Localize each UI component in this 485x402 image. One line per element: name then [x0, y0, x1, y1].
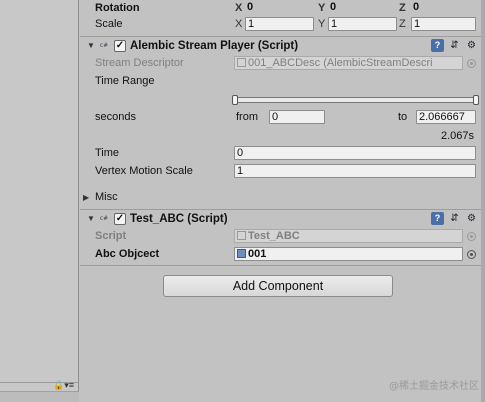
- rotation-x-field[interactable]: 0: [245, 1, 314, 15]
- scale-label: Scale: [95, 18, 123, 30]
- scale-z-field[interactable]: 1: [411, 17, 476, 31]
- object-picker-icon[interactable]: [467, 59, 476, 68]
- triangle-right-icon[interactable]: ▶: [83, 193, 89, 202]
- alembic-enabled-checkbox[interactable]: ✓: [114, 39, 126, 52]
- script-value: Test_ABC: [248, 230, 300, 242]
- cube-icon: [237, 249, 246, 258]
- lock-icon[interactable]: 🔒▾≡: [53, 381, 74, 390]
- to-field[interactable]: 2.066667: [416, 110, 476, 124]
- stream-descriptor-value: 001_ABCDesc (AlembicStreamDescri: [248, 57, 433, 69]
- asset-icon: [237, 58, 246, 67]
- watermark-text: @稀土掘金技术社区: [389, 381, 479, 392]
- script-row: Script Test_ABC: [80, 228, 479, 244]
- script-asset-icon: [237, 231, 246, 240]
- scale-x-axis: X: [235, 18, 243, 30]
- scale-y-axis: Y: [318, 18, 326, 30]
- time-range-max-handle[interactable]: [473, 95, 479, 105]
- script-icon: c#: [99, 214, 109, 222]
- misc-foldout[interactable]: ▶ Misc: [80, 189, 479, 205]
- stream-descriptor-field: 001_ABCDesc (AlembicStreamDescri: [234, 56, 463, 70]
- component-separator: [80, 265, 481, 266]
- seconds-row: seconds from 0 to 2.066667: [80, 109, 479, 125]
- rotation-row: Rotation X 0 Y 0 Z 0: [80, 0, 479, 16]
- seconds-label: seconds: [95, 111, 136, 123]
- scale-x-field[interactable]: 1: [245, 17, 314, 31]
- misc-label: Misc: [95, 191, 118, 203]
- duration-text: 2.067s: [441, 130, 475, 142]
- time-range-slider[interactable]: [236, 97, 476, 103]
- time-row: Time 0: [80, 145, 479, 161]
- add-component-button[interactable]: Add Component: [163, 275, 393, 297]
- time-range-min-handle[interactable]: [232, 95, 238, 105]
- gear-icon[interactable]: ⚙: [465, 212, 478, 225]
- object-picker-icon[interactable]: [467, 232, 476, 241]
- abc-object-label: Abc Objcect: [95, 248, 160, 260]
- rotation-z-axis: Z: [399, 2, 406, 14]
- stream-descriptor-row: Stream Descriptor 001_ABCDesc (AlembicSt…: [80, 55, 479, 71]
- rotation-y-axis: Y: [318, 2, 326, 14]
- abc-object-field[interactable]: 001: [234, 247, 463, 261]
- inspector-scrollbar[interactable]: [481, 0, 485, 402]
- scale-y-field[interactable]: 1: [328, 17, 397, 31]
- test-abc-enabled-checkbox[interactable]: ✓: [114, 212, 126, 225]
- help-icon[interactable]: ?: [431, 39, 444, 52]
- presets-icon[interactable]: ⇵: [448, 39, 461, 52]
- script-label: Script: [95, 230, 127, 242]
- alembic-component-title: Alembic Stream Player (Script): [130, 39, 299, 52]
- duration-row: 2.067s: [80, 128, 479, 144]
- test-abc-component-title: Test_ABC (Script): [130, 212, 228, 225]
- object-picker-icon[interactable]: [467, 250, 476, 259]
- triangle-down-icon[interactable]: ▼: [87, 41, 95, 50]
- test-abc-component-header[interactable]: ▼ c# ✓ Test_ABC (Script) ? ⇵ ⚙: [80, 209, 481, 227]
- scale-z-axis: Z: [399, 18, 406, 30]
- to-label: to: [398, 111, 408, 123]
- triangle-down-icon[interactable]: ▼: [87, 214, 95, 223]
- time-field[interactable]: 0: [234, 146, 476, 160]
- abc-object-value: 001: [248, 248, 267, 260]
- scale-row: Scale X 1 Y 1 Z 1: [80, 16, 479, 32]
- rotation-z-field[interactable]: 0: [411, 1, 476, 15]
- hierarchy-panel: 🔒▾≡: [0, 0, 79, 402]
- abc-object-row: Abc Objcect 001: [80, 246, 479, 262]
- presets-icon[interactable]: ⇵: [448, 212, 461, 225]
- script-field: Test_ABC: [234, 229, 463, 243]
- from-label: from: [236, 111, 258, 123]
- time-range-label: Time Range: [95, 75, 155, 87]
- vertex-motion-scale-label: Vertex Motion Scale: [95, 165, 193, 177]
- time-range-row: Time Range: [80, 73, 479, 89]
- rotation-label: Rotation: [95, 2, 140, 14]
- rotation-x-axis: X: [235, 2, 243, 14]
- time-label: Time: [95, 147, 120, 159]
- rotation-y-field[interactable]: 0: [328, 1, 397, 15]
- inspector-panel: Rotation X 0 Y 0 Z 0 Scale X 1 Y 1 Z 1 ▼…: [80, 0, 485, 402]
- vertex-motion-scale-row: Vertex Motion Scale 1: [80, 163, 479, 179]
- alembic-component-header[interactable]: ▼ c# ✓ Alembic Stream Player (Script) ? …: [80, 36, 481, 54]
- gear-icon[interactable]: ⚙: [465, 39, 478, 52]
- stream-descriptor-label: Stream Descriptor: [95, 57, 184, 69]
- help-icon[interactable]: ?: [431, 212, 444, 225]
- panel-footer: [0, 391, 79, 402]
- vertex-motion-scale-field[interactable]: 1: [234, 164, 476, 178]
- script-icon: c#: [99, 41, 109, 49]
- from-field[interactable]: 0: [269, 110, 325, 124]
